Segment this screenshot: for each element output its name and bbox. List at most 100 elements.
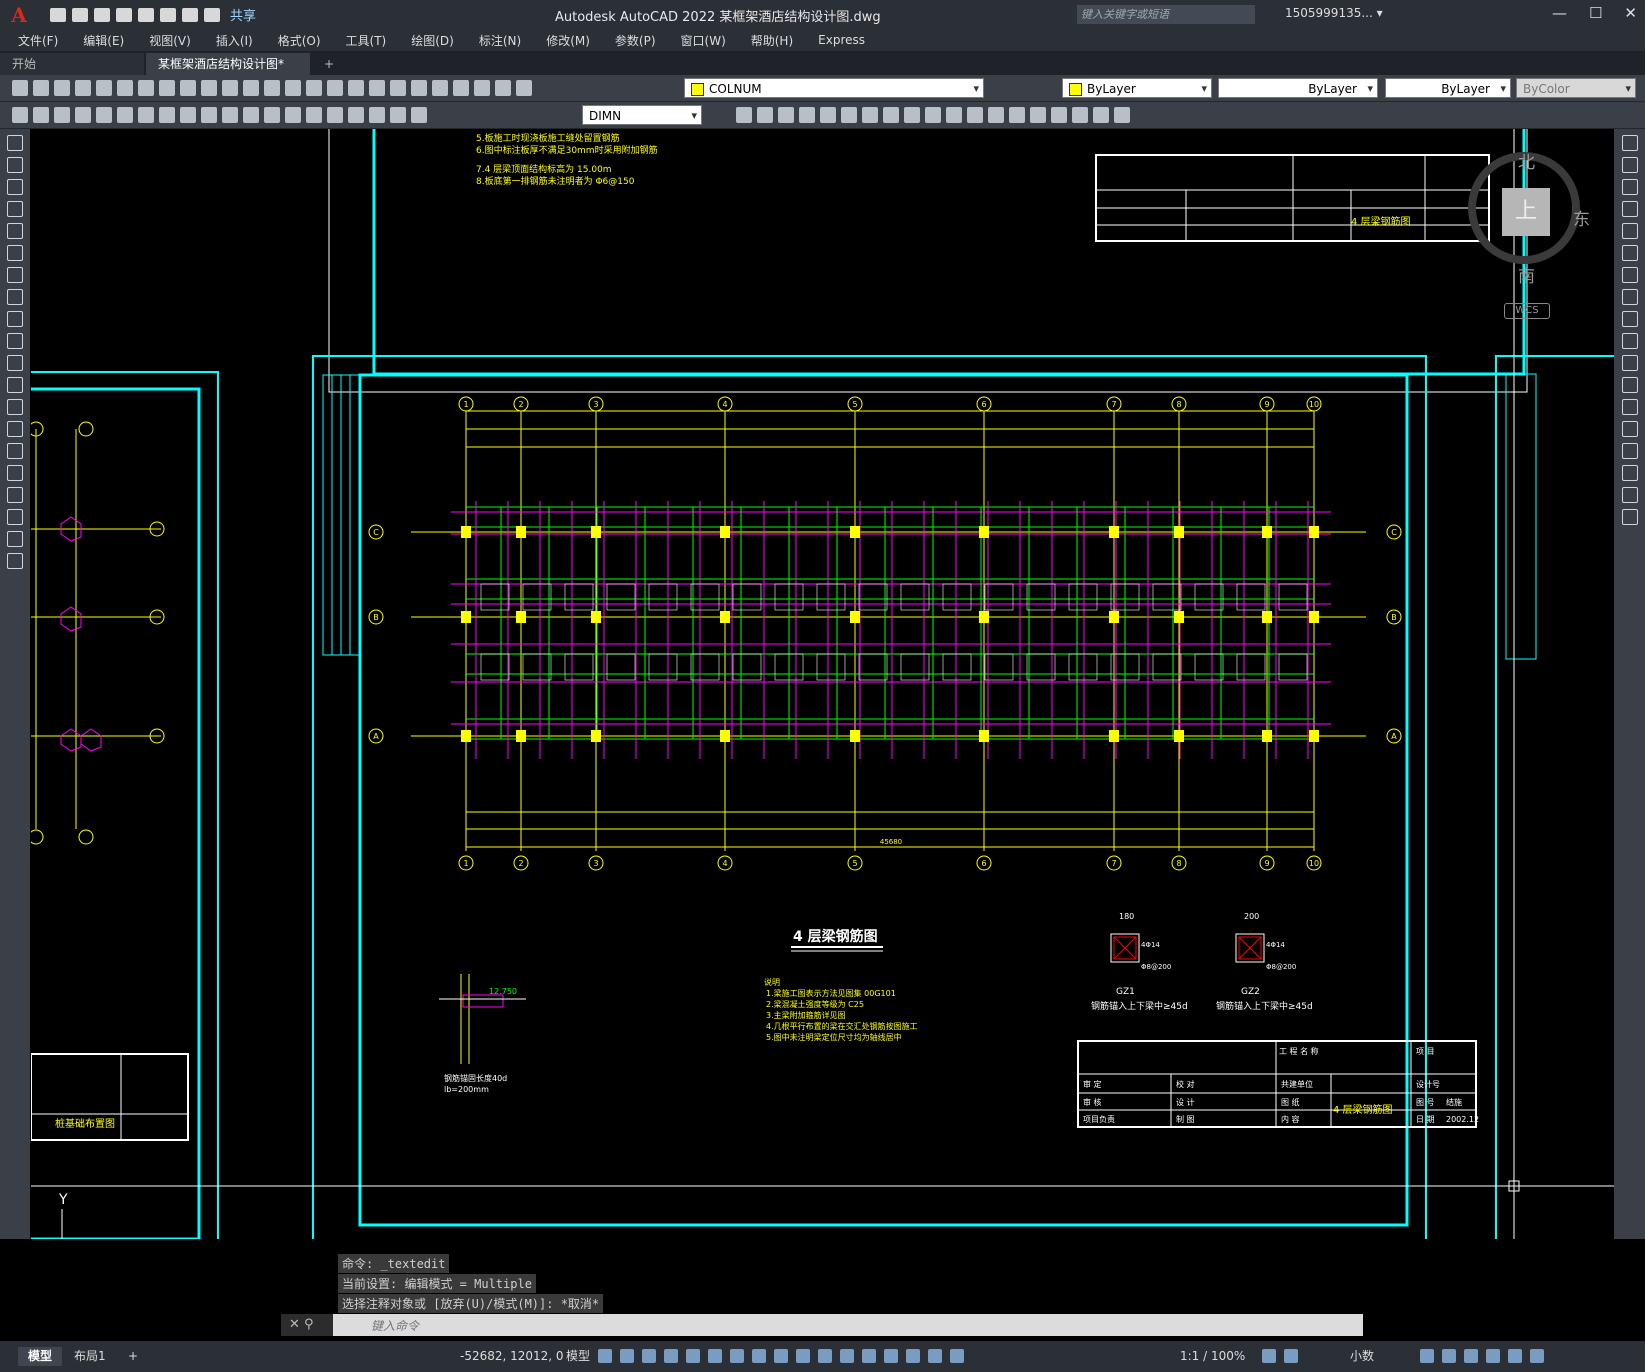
menu-file[interactable]: 文件(F) (18, 32, 58, 49)
mirror-side-icon[interactable] (1621, 179, 1638, 195)
redo-icon[interactable] (264, 80, 280, 96)
menu-draw[interactable]: 绘图(D) (411, 32, 454, 49)
extend-icon[interactable] (946, 107, 962, 123)
aligned-dim-icon[interactable] (33, 107, 49, 123)
sheet-set-icon[interactable] (432, 80, 448, 96)
gradient-icon[interactable] (1114, 107, 1130, 123)
viewcube-face[interactable]: 上 (1502, 188, 1550, 236)
menu-view[interactable]: 视图(V) (149, 32, 191, 49)
point-draw-icon[interactable] (7, 421, 23, 437)
saveas-icon[interactable] (116, 7, 132, 22)
rectangle-icon[interactable] (7, 223, 23, 239)
viewcube-east[interactable]: 东 (1573, 205, 1590, 230)
explode-icon[interactable] (1051, 107, 1067, 123)
jogged-dim-icon[interactable] (117, 107, 133, 123)
selection-filter-icon[interactable] (884, 1349, 898, 1363)
redo-icon[interactable] (204, 7, 220, 22)
join-icon[interactable] (988, 107, 1004, 123)
open-icon[interactable] (33, 80, 49, 96)
dimstyle-combo[interactable]: DIMN (582, 105, 702, 126)
tool-palettes-icon[interactable] (411, 80, 427, 96)
dynamic-ucs-icon[interactable] (862, 1349, 876, 1363)
markup-icon[interactable] (453, 80, 469, 96)
menu-format[interactable]: 格式(O) (278, 32, 321, 49)
save-icon[interactable] (54, 80, 70, 96)
chamfer-side-icon[interactable] (1621, 443, 1638, 459)
selection-cycle-icon[interactable] (818, 1349, 832, 1363)
menu-parametric[interactable]: 参数(P) (615, 32, 656, 49)
web-icon[interactable] (138, 80, 154, 96)
plot-icon[interactable] (160, 7, 176, 22)
move-icon[interactable] (841, 107, 857, 123)
workspace-icon[interactable] (1262, 1349, 1276, 1363)
open-web-icon[interactable] (138, 7, 154, 22)
units-setting[interactable]: 小数 (1340, 1347, 1384, 1366)
line-icon[interactable] (7, 135, 23, 151)
ellipse-icon[interactable] (7, 333, 23, 349)
circle-icon[interactable] (7, 267, 23, 283)
match-icon[interactable] (222, 80, 238, 96)
publish-icon[interactable] (117, 80, 133, 96)
break-point-icon[interactable] (1621, 377, 1638, 393)
menu-modify[interactable]: 修改(M) (546, 32, 590, 49)
center-mark-icon[interactable] (306, 107, 322, 123)
cut-icon[interactable] (159, 80, 175, 96)
help-icon[interactable] (495, 80, 511, 96)
autocad-logo-icon[interactable]: A (6, 2, 32, 28)
hatch-icon[interactable] (1093, 107, 1109, 123)
add-selected-icon[interactable] (7, 553, 23, 569)
preview-icon[interactable] (96, 80, 112, 96)
baseline-dim-icon[interactable] (201, 107, 217, 123)
design-center-icon[interactable] (390, 80, 406, 96)
angular-dim-icon[interactable] (159, 107, 175, 123)
dim-edit-icon[interactable] (369, 107, 385, 123)
annotation-scale[interactable]: 1:1 / 100% (1170, 1347, 1255, 1366)
menu-help[interactable]: 帮助(H) (751, 32, 793, 49)
grid-icon[interactable] (598, 1349, 612, 1363)
viewcube-south[interactable]: 南 (1518, 262, 1535, 287)
zoom-window-icon[interactable] (327, 80, 343, 96)
zoom-previous-icon[interactable] (348, 80, 364, 96)
tab-add-layout[interactable]: + (118, 1347, 148, 1366)
mirror-icon[interactable] (778, 107, 794, 123)
search-input[interactable]: 键入关键字或短语 (1077, 5, 1255, 24)
rotate-side-icon[interactable] (1621, 267, 1638, 283)
save-icon[interactable] (94, 7, 110, 22)
make-block-icon[interactable] (7, 399, 23, 415)
ellipse-arc-icon[interactable] (7, 355, 23, 371)
command-close-icon[interactable]: ✕ ⚲ (281, 1314, 333, 1336)
plotstyle-combo[interactable]: ByColor (1516, 78, 1636, 99)
fillet-side-icon[interactable] (1621, 465, 1638, 481)
menu-edit[interactable]: 编辑(E) (83, 32, 124, 49)
offset-side-icon[interactable] (1621, 201, 1638, 217)
spline-icon[interactable] (7, 311, 23, 327)
lock-ui-icon[interactable] (1442, 1349, 1456, 1363)
command-input[interactable]: 键入命令 (371, 1317, 419, 1334)
maximize-icon[interactable]: ☐ (1589, 4, 1602, 22)
wcs-menu[interactable]: WCS (1504, 303, 1550, 319)
gradient-draw-icon[interactable] (7, 465, 23, 481)
stretch-icon[interactable] (904, 107, 920, 123)
graphics-perf-icon[interactable] (1486, 1349, 1500, 1363)
polygon-icon[interactable] (7, 201, 23, 217)
gizmo-icon[interactable] (906, 1349, 920, 1363)
erase-icon[interactable] (736, 107, 752, 123)
pan-icon[interactable] (285, 80, 301, 96)
paste-icon[interactable] (201, 80, 217, 96)
inspect-icon[interactable] (327, 107, 343, 123)
menu-window[interactable]: 窗口(W) (681, 32, 726, 49)
coordinates-readout[interactable]: -52682, 12012, 0 (460, 1349, 564, 1363)
region-icon[interactable] (7, 487, 23, 503)
menu-insert[interactable]: 插入(I) (216, 32, 253, 49)
scale-side-icon[interactable] (1621, 289, 1638, 305)
clean-screen-icon[interactable] (1508, 1349, 1522, 1363)
zoom-realtime-icon[interactable] (306, 80, 322, 96)
linear-dim-icon[interactable] (12, 107, 28, 123)
autoscale-icon[interactable] (950, 1349, 964, 1363)
isodraft-icon[interactable] (708, 1349, 722, 1363)
blend-icon[interactable] (1621, 487, 1638, 503)
arc-icon[interactable] (7, 245, 23, 261)
explode-side-icon[interactable] (1621, 509, 1638, 525)
fillet-icon[interactable] (1030, 107, 1046, 123)
mtext-icon[interactable] (7, 531, 23, 547)
